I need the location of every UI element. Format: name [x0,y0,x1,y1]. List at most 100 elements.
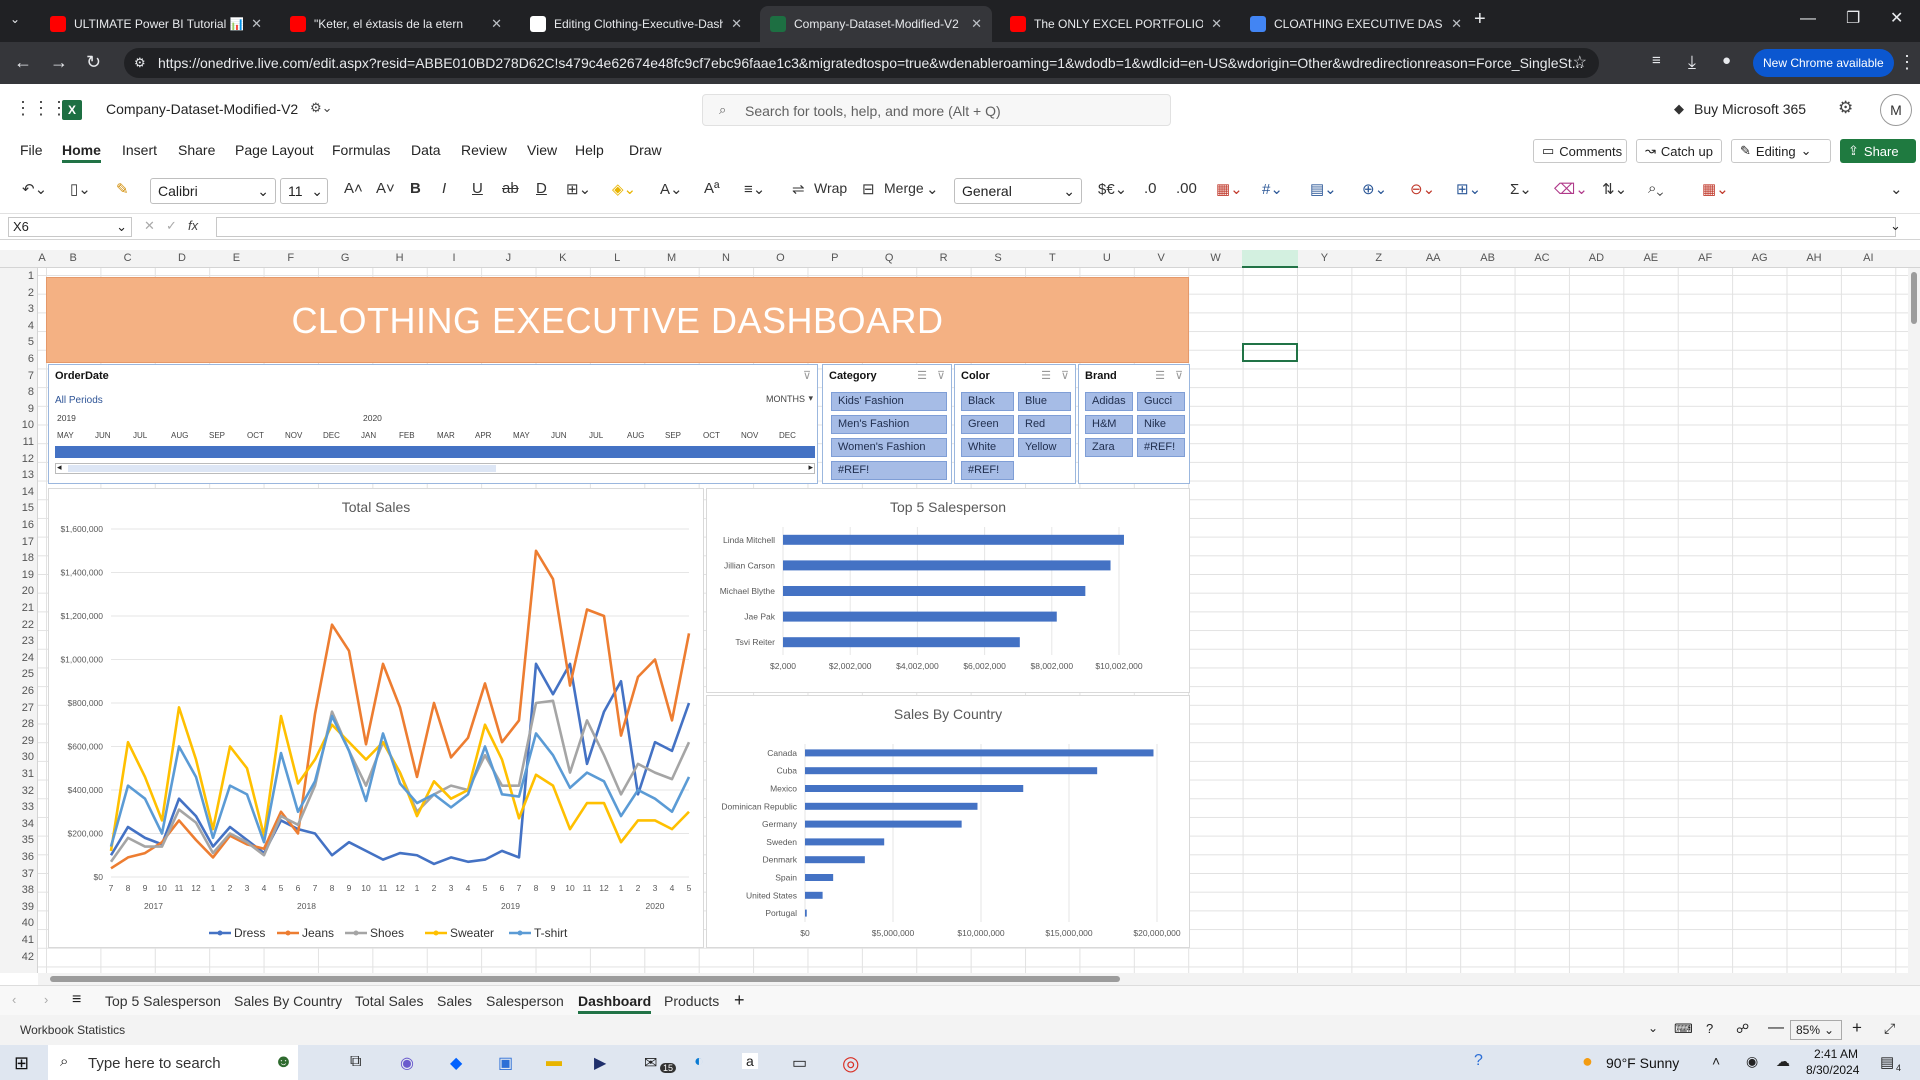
share-button[interactable]: ⇪ Share [1840,139,1916,163]
timeline-month[interactable]: NOV [741,431,758,440]
menu-insert[interactable]: Insert [122,142,157,158]
row-header[interactable]: 15 [0,502,34,514]
row-header[interactable]: 1 [0,270,34,282]
row-header[interactable]: 27 [0,702,34,714]
brand-slicer[interactable]: Brand ☰ ⊽ Adidas Gucci H&M Nike Zara #RE… [1078,364,1190,484]
taskbar-search[interactable]: ⌕ Type here to search [48,1045,298,1080]
font-name-select[interactable]: Calibri ⌄ [150,178,276,204]
currency-icon[interactable]: $€⌄ [1098,180,1127,198]
format-as-table-icon[interactable]: #⌄ [1262,180,1283,198]
bar[interactable] [805,909,807,917]
slicer-item-white[interactable]: White [961,438,1014,457]
notification-icon[interactable]: ▤ [1880,1053,1894,1071]
clock-date[interactable]: 8/30/2024 [1806,1063,1859,1077]
new-tab-button[interactable]: + [1474,8,1486,31]
row-header[interactable]: 31 [0,768,34,780]
address-bar[interactable]: ⚙ https://onedrive.live.com/edit.aspx?re… [124,48,1599,78]
wrap-text-icon[interactable]: ⇌ [792,180,805,198]
slicer-item-mens-fashion[interactable]: Men's Fashion [831,415,947,434]
row-header[interactable]: 13 [0,469,34,481]
editing-mode-button[interactable]: ✎ Editing ⌄ [1731,139,1831,163]
scroll-thumb[interactable] [50,976,1120,982]
timeline-month[interactable]: MAR [437,431,455,440]
column-header[interactable]: T [1025,252,1079,264]
media-icon[interactable]: ≡ [1652,52,1661,69]
cell-styles-icon[interactable]: ▤⌄ [1310,180,1337,198]
row-header[interactable]: 30 [0,751,34,763]
sheet-tab[interactable]: Top 5 Salesperson [105,993,221,1009]
close-tab-icon[interactable]: ✕ [971,16,982,32]
row-header[interactable]: 39 [0,901,34,913]
feedback-icon[interactable]: ☍ [1736,1021,1749,1037]
slicer-item-kids-fashion[interactable]: Kids' Fashion [831,392,947,411]
column-header[interactable]: Y [1297,252,1351,264]
autosave-icon[interactable]: ⚙⌄ [310,100,333,116]
bar[interactable] [805,820,962,828]
column-header[interactable]: L [590,252,644,264]
underline-icon[interactable]: U [472,180,483,197]
row-header[interactable]: 28 [0,718,34,730]
delete-cells-icon[interactable]: ⊖⌄ [1410,180,1435,198]
slicer-item-zara[interactable]: Zara [1085,438,1133,457]
settings-gear-icon[interactable]: ⚙ [1838,98,1853,118]
selected-cell[interactable] [1242,343,1298,362]
bar[interactable] [783,560,1111,571]
slicer-item-blue[interactable]: Blue [1018,392,1071,411]
zoom-in-button[interactable]: + [1852,1018,1862,1038]
column-header[interactable]: F [264,252,318,264]
timeline-month[interactable]: AUG [627,431,644,440]
font-color-icon[interactable]: A⌄ [660,180,683,198]
browser-tab[interactable]: "Keter, el éxtasis de la etern ✕ [280,6,512,42]
row-header[interactable]: 8 [0,386,34,398]
insert-function-icon[interactable]: fx [188,218,198,233]
row-header[interactable]: 23 [0,635,34,647]
timeline-month[interactable]: SEP [209,431,225,440]
chevron-down-icon[interactable]: ⌄ [926,180,939,198]
slicer-item-ref-error[interactable]: #REF! [1137,438,1185,457]
autosum-icon[interactable]: Σ⌄ [1510,180,1532,198]
store-icon[interactable]: ▣ [498,1053,513,1073]
menu-draw[interactable]: Draw [629,142,662,158]
row-header[interactable]: 24 [0,652,34,664]
multi-select-icon[interactable]: ☰ [917,369,927,382]
forward-arrow-icon[interactable]: → [50,52,68,73]
slicer-item-womens-fashion[interactable]: Women's Fashion [831,438,947,457]
row-header[interactable]: 29 [0,735,34,747]
frankenstein-icon[interactable]: ☻ [274,1051,293,1072]
timeline-month[interactable]: MAY [513,431,530,440]
cancel-icon[interactable]: ✕ [144,218,155,234]
undo-icon[interactable]: ↶⌄ [22,180,47,198]
format-painter-icon[interactable]: ✎ [116,180,129,198]
column-header[interactable]: M [644,252,698,264]
row-header[interactable]: 41 [0,934,34,946]
number-format-select[interactable]: General ⌄ [954,178,1082,204]
row-header[interactable]: 40 [0,917,34,929]
name-box[interactable]: X6 ⌄ [8,217,132,237]
bar[interactable] [805,749,1154,757]
row-header[interactable]: 18 [0,552,34,564]
increase-decimal-icon[interactable]: .0 [1144,180,1157,197]
clear-icon[interactable]: ⌫⌄ [1554,180,1588,198]
multi-select-icon[interactable]: ☰ [1155,369,1165,382]
sales-by-country-chart[interactable]: Sales By Country $0 $5,000,000 $10,000,000… [706,695,1190,948]
column-header[interactable]: B [46,252,100,264]
chevron-down-icon[interactable]: ⌄ [1648,1021,1658,1035]
expand-formula-icon[interactable]: ⌄ [1890,218,1901,234]
slicer-item-red[interactable]: Red [1018,415,1071,434]
timeline-month[interactable]: DEC [779,431,796,440]
browser-tab[interactable]: CLOATHING EXECUTIVE DASHB ✕ [1240,6,1472,42]
total-sales-chart[interactable]: Total Sales $0 $200,000 $400,000 $600,000 $8… [48,488,704,948]
slicer-item-hm[interactable]: H&M [1085,415,1133,434]
timeline-month[interactable]: FEB [399,431,415,440]
merge-icon[interactable]: ⊟ [862,180,875,198]
column-header[interactable]: V [1134,252,1188,264]
row-header[interactable]: 17 [0,536,34,548]
row-header[interactable]: 5 [0,336,34,348]
slicer-item-ref-error[interactable]: #REF! [831,461,947,480]
buy-microsoft-365-link[interactable]: Buy Microsoft 365 [1694,101,1806,117]
row-header[interactable]: 19 [0,569,34,581]
column-header[interactable]: AC [1515,252,1569,264]
row-header[interactable]: 4 [0,320,34,332]
fill-color-icon[interactable]: ◈⌄ [612,180,636,198]
insert-cells-icon[interactable]: ⊕⌄ [1362,180,1387,198]
